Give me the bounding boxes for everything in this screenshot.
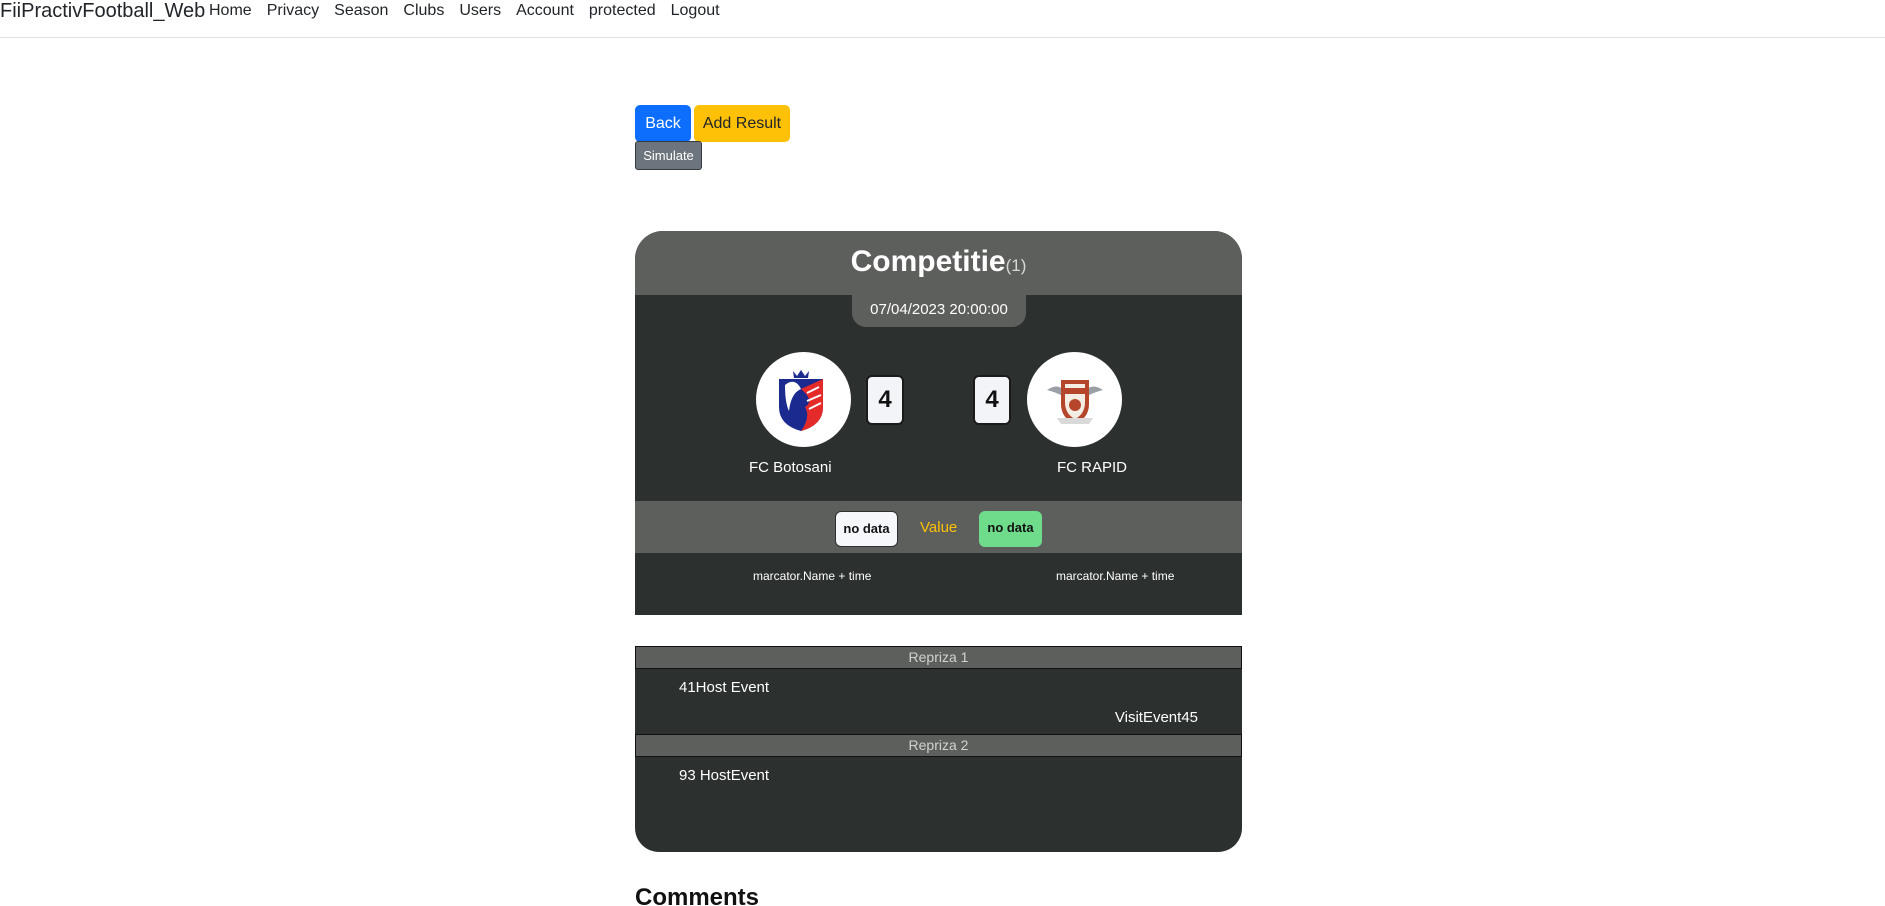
add-result-button[interactable]: Add Result (694, 105, 790, 142)
visitor-scorers: marcator.Name + time (1056, 569, 1175, 583)
nav-season[interactable]: Season (334, 2, 388, 20)
visitor-score: 4 (973, 375, 1011, 425)
host-score: 4 (866, 375, 904, 425)
rapid-crest-icon (1046, 379, 1103, 424)
visitor-value-badge: no data (979, 511, 1042, 547)
match-events-panel: Repriza 1 41Host Event VisitEvent45 Repr… (635, 646, 1242, 852)
brand-link[interactable]: FiiPractivFootball_Web (0, 0, 205, 22)
host-team-name[interactable]: FC Botosani (749, 459, 832, 476)
back-button[interactable]: Back (635, 105, 691, 142)
nav-clubs[interactable]: Clubs (403, 2, 444, 20)
competition-title: Competitie (850, 245, 1006, 278)
host-club-logo[interactable] (756, 352, 851, 447)
nav-account[interactable]: Account (516, 2, 574, 20)
match-date: 07/04/2023 20:00:00 (852, 295, 1026, 327)
half-1-header: Repriza 1 (635, 646, 1242, 669)
nav-logout[interactable]: Logout (671, 2, 720, 20)
competition-count: (1) (1005, 256, 1027, 275)
nav-privacy[interactable]: Privacy (267, 2, 319, 20)
main-nav: Home Privacy Season Clubs Users Account … (209, 2, 735, 20)
event-item: 41Host Event (679, 679, 770, 696)
nav-users[interactable]: Users (459, 2, 501, 20)
top-navbar: FiiPractivFootball_Web Home Privacy Seas… (0, 0, 1885, 38)
event-item: VisitEvent45 (1114, 709, 1198, 726)
match-card: Competitie(1) 07/04/2023 20:00:00 4 4 FC… (635, 231, 1242, 615)
nav-protected[interactable]: protected (589, 2, 656, 20)
simulate-button[interactable]: Simulate (635, 141, 702, 170)
host-scorers: marcator.Name + time (753, 569, 872, 583)
half-2-header: Repriza 2 (635, 734, 1242, 757)
event-item: 93 HostEvent (679, 767, 770, 784)
competition-header: Competitie(1) (635, 231, 1242, 295)
nav-home[interactable]: Home (209, 2, 252, 20)
value-label: Value (920, 519, 958, 536)
host-value-badge: no data (835, 511, 898, 547)
visitor-team-name[interactable]: FC RAPID (1057, 459, 1127, 476)
comments-heading: Comments (635, 884, 760, 906)
visitor-club-logo[interactable] (1027, 352, 1122, 447)
botosani-crest-icon (778, 369, 823, 431)
